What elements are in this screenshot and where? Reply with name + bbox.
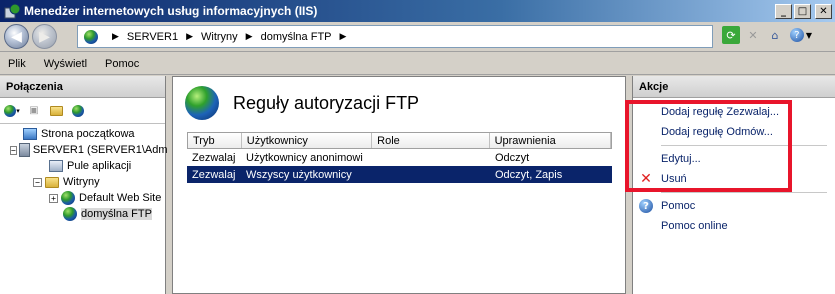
connections-toolbar: ▾ ▣ — [0, 98, 165, 124]
globe-icon — [62, 206, 78, 222]
collapse-icon[interactable]: − — [33, 177, 42, 187]
add-allow-rule-link[interactable]: Dodaj regułę Zezwalaj... — [633, 102, 835, 122]
start-page-icon — [22, 126, 38, 142]
menu-help[interactable]: Pomoc — [105, 58, 139, 70]
page-title: Reguły autoryzacji FTP — [233, 92, 420, 113]
column-header-mode[interactable]: Tryb — [188, 133, 242, 148]
maximize-button[interactable]: □ — [794, 3, 811, 19]
rules-table: Tryb Użytkownicy Role Uprawnienia Zezwal… — [187, 132, 612, 183]
tree-item-server[interactable]: − SERVER1 (SERVER1\Adm — [0, 142, 168, 158]
tree-item-ftp-site[interactable]: domyślna FTP — [0, 206, 165, 222]
tree-item-app-pools[interactable]: Pule aplikacji — [0, 158, 165, 174]
save-icon[interactable]: ▣ — [26, 103, 42, 119]
help-icon: ? — [639, 199, 653, 213]
address-bar: ◀ ▶ ▶ SERVER1 ▶ Witryny ▶ domyślna FTP ▶… — [0, 22, 835, 52]
window-title: Menedżer internetowych usług informacyjn… — [24, 4, 318, 18]
globe-icon — [60, 190, 76, 206]
refresh-icon[interactable]: ⟳ — [722, 26, 740, 44]
tree-item-default-web-site[interactable]: + Default Web Site — [0, 190, 165, 206]
connect-icon[interactable]: ▾ — [4, 103, 20, 119]
breadcrumb-ftp-site[interactable]: domyślna FTP — [261, 31, 332, 43]
app-pool-icon — [48, 158, 64, 174]
column-header-roles[interactable]: Role — [372, 133, 490, 148]
title-bar: Menedżer internetowych usług informacyjn… — [0, 0, 835, 22]
chevron-right-icon: ▶ — [245, 31, 253, 42]
home-icon[interactable]: ⌂ — [766, 26, 784, 44]
actions-panel: Akcje Dodaj regułę Zezwalaj... Dodaj reg… — [632, 76, 835, 294]
remove-link[interactable]: ✕ Usuń — [633, 169, 835, 189]
chevron-right-icon: ▶ — [186, 31, 193, 42]
close-button[interactable]: ✕ — [815, 3, 832, 19]
actions-header: Akcje — [633, 76, 835, 98]
table-header: Tryb Użytkownicy Role Uprawnienia — [187, 132, 612, 149]
minimize-button[interactable]: _ — [775, 3, 792, 19]
breadcrumb-server1[interactable]: SERVER1 — [127, 31, 178, 43]
delete-icon: ✕ — [640, 171, 652, 187]
server-icon — [18, 142, 30, 158]
up-folder-icon[interactable] — [48, 103, 64, 119]
breadcrumb[interactable]: ▶ SERVER1 ▶ Witryny ▶ domyślna FTP ▶ — [77, 25, 713, 48]
back-button[interactable]: ◀ — [4, 24, 29, 49]
tree-item-sites[interactable]: − Witryny — [0, 174, 165, 190]
stop-icon[interactable]: ✕ — [744, 26, 762, 44]
expand-icon[interactable]: + — [49, 193, 58, 203]
connections-header: Połączenia — [0, 76, 165, 98]
menu-bar: Plik Wyświetl Pomoc — [0, 53, 835, 75]
menu-view[interactable]: Wyświetl — [44, 58, 87, 70]
forward-button[interactable]: ▶ — [32, 24, 57, 49]
help-online-link[interactable]: Pomoc online — [633, 216, 835, 236]
connections-panel: Połączenia ▾ ▣ Strona początkowa − SERVE… — [0, 76, 168, 294]
help-link[interactable]: ? Pomoc — [633, 196, 835, 216]
edit-link[interactable]: Edytuj... — [633, 149, 835, 169]
connections-tree: Strona początkowa − SERVER1 (SERVER1\Adm… — [0, 124, 168, 222]
table-row[interactable]: Zezwalaj Wszyscy użytkownicy Odczyt, Zap… — [187, 166, 612, 183]
chevron-right-icon: ▶ — [339, 31, 347, 42]
add-deny-rule-link[interactable]: Dodaj regułę Odmów... — [633, 122, 835, 142]
iis-app-icon — [4, 3, 21, 19]
ftp-authorization-panel: Reguły autoryzacji FTP Tryb Użytkownicy … — [172, 76, 626, 294]
table-row[interactable]: Zezwalaj Użytkownicy anonimowi Odczyt — [187, 149, 612, 166]
help-dropdown-icon[interactable]: ? ▼ — [788, 26, 814, 44]
chevron-right-icon: ▶ — [112, 31, 119, 42]
collapse-icon[interactable]: − — [10, 145, 17, 155]
column-header-permissions[interactable]: Uprawnienia — [490, 133, 611, 148]
menu-file[interactable]: Plik — [8, 58, 26, 70]
separator — [661, 192, 827, 193]
breadcrumb-sites[interactable]: Witryny — [201, 31, 238, 43]
column-header-users[interactable]: Użytkownicy — [242, 133, 373, 148]
globe-icon — [84, 29, 98, 44]
tree-item-start-page[interactable]: Strona początkowa — [0, 126, 165, 142]
disconnect-icon[interactable] — [70, 103, 86, 119]
globe-icon — [185, 86, 219, 120]
separator — [661, 145, 827, 146]
sites-folder-icon — [44, 174, 60, 190]
